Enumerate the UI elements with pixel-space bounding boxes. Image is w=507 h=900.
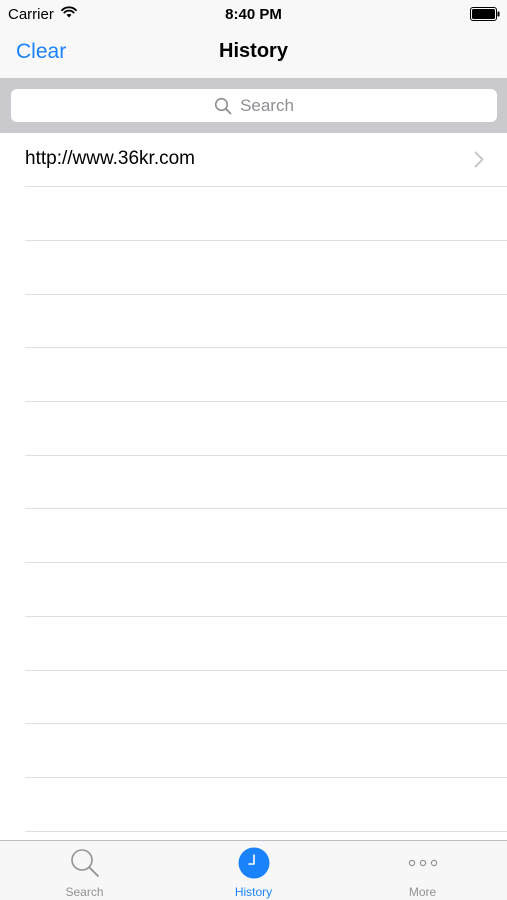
status-bar: Carrier 8:40 PM	[0, 0, 507, 28]
navigation-bar: Clear History	[0, 28, 507, 78]
tab-label: Search	[65, 885, 104, 899]
history-screen: Carrier 8:40 PM Clear History Search htt…	[0, 0, 507, 900]
tab-label: History	[234, 885, 273, 899]
tab-history[interactable]: History	[169, 841, 338, 900]
history-list: http://www.36kr.com	[0, 133, 507, 840]
row-separator	[25, 723, 507, 724]
row-separator	[25, 616, 507, 617]
row-separator	[25, 294, 507, 295]
search-placeholder-group: Search	[11, 89, 497, 122]
status-time: 8:40 PM	[225, 6, 282, 23]
row-separator	[25, 831, 507, 832]
clock-icon	[238, 847, 269, 879]
row-separator	[25, 401, 507, 402]
row-separator	[25, 508, 507, 509]
tab-more[interactable]: More	[338, 841, 507, 900]
magnifier-icon	[214, 97, 232, 114]
page-title: History	[219, 40, 288, 62]
row-separator	[25, 240, 507, 241]
list-item[interactable]: http://www.36kr.com	[0, 133, 507, 186]
list-item-url: http://www.36kr.com	[25, 148, 196, 169]
chevron-right-icon	[474, 151, 484, 168]
row-separator	[25, 186, 507, 187]
magnifier-icon	[70, 849, 99, 877]
search-bar: Search	[0, 78, 507, 133]
tab-bar: Search History More	[0, 840, 507, 900]
row-separator	[25, 777, 507, 778]
row-separator	[25, 347, 507, 348]
tab-label: More	[408, 885, 437, 899]
search-input[interactable]: Search	[11, 89, 497, 122]
row-separator	[25, 455, 507, 456]
battery-icon	[470, 7, 500, 21]
row-separator	[25, 562, 507, 563]
row-separator	[25, 670, 507, 671]
search-placeholder: Search	[240, 95, 294, 115]
tab-search[interactable]: Search	[0, 841, 169, 900]
more-dots-icon	[408, 859, 437, 867]
